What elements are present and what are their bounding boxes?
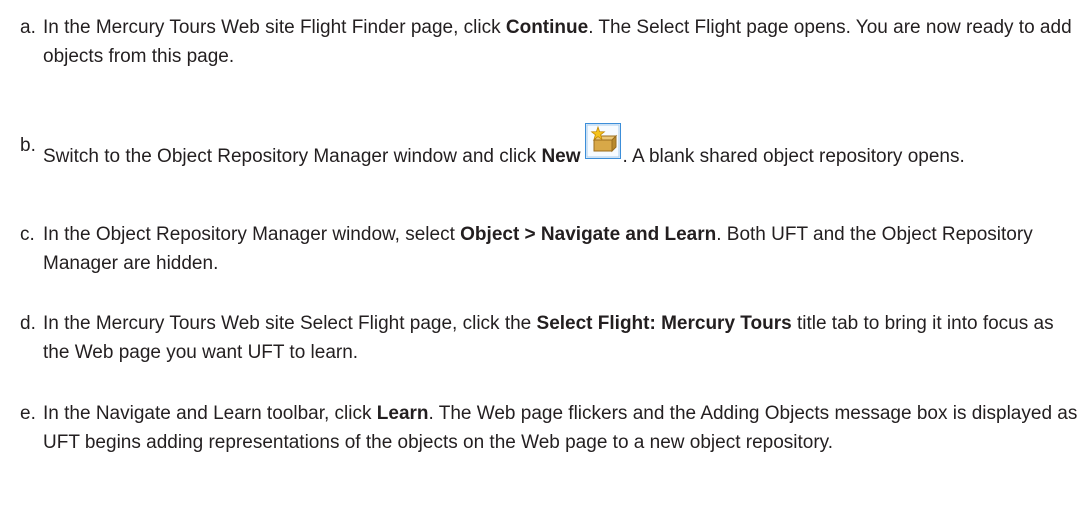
step-text: In the Object Repository Manager window,… — [43, 220, 1083, 278]
step-marker: c. — [20, 224, 35, 245]
ui-term-continue: Continue — [505, 17, 589, 38]
step-text-part: In the Object Repository Manager window,… — [43, 224, 461, 245]
step-text-part: In the Mercury Tours Web site Flight Fin… — [43, 17, 506, 38]
step-text: In the Mercury Tours Web site Select Fli… — [43, 309, 1083, 367]
step-marker: b. — [20, 135, 36, 156]
step-text-part: In the Mercury Tours Web site Select Fli… — [43, 313, 537, 334]
ui-term-navigate-and-learn: Object > Navigate and Learn — [460, 224, 717, 245]
new-repository-icon — [584, 123, 621, 159]
step-text: In the Navigate and Learn toolbar, click… — [43, 399, 1083, 457]
step-text-part: Switch to the Object Repository Manager … — [43, 146, 542, 167]
step-text: Switch to the Object Repository Manager … — [43, 123, 1083, 171]
ui-term-select-flight-tab: Select Flight: Mercury Tours — [536, 313, 792, 334]
step-marker: e. — [20, 403, 36, 424]
step-text-part: . A blank shared object repository opens… — [622, 146, 965, 167]
step-text: In the Mercury Tours Web site Flight Fin… — [43, 13, 1083, 71]
step-text-part: In the Navigate and Learn toolbar, click — [43, 403, 377, 424]
step-marker: a. — [20, 17, 36, 38]
ui-term-new: New — [541, 146, 581, 167]
step-marker: d. — [20, 313, 36, 334]
ui-term-learn: Learn — [376, 403, 429, 424]
